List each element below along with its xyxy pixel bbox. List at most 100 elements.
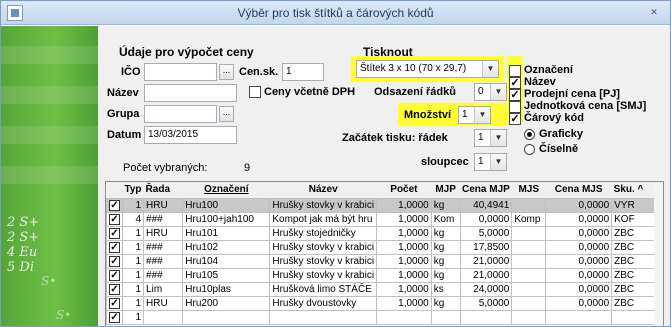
- col-cena-mjp[interactable]: Cena MJP: [460, 182, 512, 198]
- table-row[interactable]: ✓ 1 HRU Hru100 Hrušky stovky v krabici 1,0000…: [106, 197, 663, 213]
- cell-typ: 1: [121, 281, 145, 297]
- option-nazev-label: Název: [524, 76, 556, 88]
- dialog-window: Výběr pro tisk štítků a čárových kódů ✕ …: [0, 0, 671, 327]
- cell-pocet: 1,0000: [376, 253, 432, 269]
- table-row[interactable]: ✓ 1 HRU Hru200 Hrušky dvoustovky 1,0000 kg 5,00…: [106, 295, 663, 311]
- mnozstvi-label: Množství: [404, 109, 452, 121]
- pocet-value: 9: [244, 162, 251, 174]
- cell-typ: 1: [121, 239, 145, 255]
- cell-rada: ###: [143, 211, 184, 227]
- table-row[interactable]: ✓ 1: [106, 309, 663, 325]
- radio-graficky-label: Graficky: [539, 128, 584, 140]
- cell-oznaceni: Hru100: [182, 197, 271, 213]
- cell-nazev: Hrušky stovky v krabici: [269, 239, 378, 255]
- cell-rada: ###: [143, 239, 184, 255]
- zacatek-select[interactable]: 1 ▼: [474, 129, 507, 147]
- censk-input[interactable]: 1: [282, 63, 324, 81]
- close-icon[interactable]: ✕: [646, 5, 662, 19]
- ceny-dph-label: Ceny včetně DPH: [264, 86, 356, 98]
- option-oznaceni-checkbox[interactable]: [509, 65, 521, 77]
- chevron-down-icon: ▼: [490, 154, 506, 170]
- grupa-browse-button[interactable]: ...: [219, 106, 234, 122]
- col-cena-mjs[interactable]: Cena MJS: [545, 182, 612, 198]
- row-checkbox[interactable]: ✓: [106, 211, 123, 227]
- cell-oznaceni: Hru105: [182, 267, 271, 283]
- cell-nazev: Hrušková limo STÁČE: [269, 281, 378, 297]
- ico-browse-button[interactable]: ...: [219, 64, 234, 80]
- cell-pocet: 1,0000: [376, 267, 432, 283]
- option-prodejni-label: Prodejní cena [PJ]: [524, 88, 620, 100]
- cell-pocet: 1,0000: [376, 211, 432, 227]
- cell-oznaceni: Hru104: [182, 253, 271, 269]
- table-row[interactable]: ✓ 1 HRU Hru101 Hrušky stojedničky 1,0000 kg 5,0…: [106, 225, 663, 241]
- mnozstvi-select[interactable]: 1 ▼: [458, 106, 491, 124]
- label-type-select[interactable]: Štítek 3 x 10 (70 x 29,7) ▼: [356, 60, 499, 78]
- row-checkbox[interactable]: ✓: [106, 225, 123, 241]
- row-checkbox[interactable]: ✓: [106, 239, 123, 255]
- cell-nazev: Hrušky dvoustovky: [269, 295, 378, 311]
- col-rada[interactable]: Řada: [143, 182, 183, 198]
- col-nazev[interactable]: Název: [269, 182, 377, 198]
- zacatek-label: Začátek tisku: řádek: [342, 132, 448, 144]
- cell-mjp: [430, 309, 461, 325]
- row-checkbox[interactable]: ✓: [106, 309, 123, 325]
- radio-ciselne[interactable]: [524, 144, 535, 155]
- cell-pocet: 1,0000: [376, 197, 432, 213]
- cell-typ: 1: [121, 309, 145, 325]
- odsazeni-label: Odsazení řádků: [374, 86, 456, 98]
- option-nazev-checkbox[interactable]: ✓: [509, 77, 521, 89]
- cell-cena-mjs: 0,0000: [545, 295, 613, 311]
- cell-rada: ###: [143, 253, 184, 269]
- side-decoration: 2 S+ 2 S+ 4 Eu 5 Di S• S•: [1, 26, 98, 326]
- cell-nazev: Hrušky stovky v krabici: [269, 253, 378, 269]
- cell-mjs: [511, 281, 547, 297]
- cell-mjp: kg: [430, 253, 461, 269]
- cell-pocet: 1,0000: [376, 225, 432, 241]
- col-check[interactable]: [106, 182, 123, 198]
- table-row[interactable]: ✓ 1 ### Hru102 Hrušky stovky v krabici 1,0000…: [106, 239, 663, 255]
- vertical-scrollbar[interactable]: [654, 182, 663, 326]
- items-grid[interactable]: Typ Řada Označení Název Počet MJP Cena M…: [105, 181, 664, 326]
- datum-input[interactable]: 13/03/2015: [144, 126, 237, 144]
- col-mjs[interactable]: MJS: [511, 182, 546, 198]
- cell-nazev: Hrušky stovky v krabici: [269, 267, 378, 283]
- cell-mjs: [511, 267, 547, 283]
- col-oznaceni[interactable]: Označení: [182, 182, 270, 198]
- cell-mjs: Komp: [511, 211, 547, 227]
- chevron-down-icon: ▼: [490, 130, 506, 146]
- ceny-dph-checkbox[interactable]: [249, 86, 261, 98]
- row-checkbox[interactable]: ✓: [106, 267, 123, 283]
- censk-label: Cen.sk.: [239, 66, 279, 78]
- cell-typ: 1: [121, 267, 145, 283]
- col-pocet[interactable]: Počet: [376, 182, 432, 198]
- option-carovy-checkbox[interactable]: ✓: [509, 113, 521, 125]
- table-row[interactable]: ✓ 1 ### Hru104 Hrušky stovky v krabici 1,0000…: [106, 253, 663, 269]
- nazev-input[interactable]: [144, 84, 237, 102]
- price-section-heading: Údaje pro výpočet ceny: [119, 45, 254, 59]
- odsazeni-select[interactable]: 0 ▼: [474, 83, 507, 101]
- cell-cena-mjs: 0,0000: [545, 267, 613, 283]
- chevron-down-icon: ▼: [482, 61, 498, 77]
- col-typ[interactable]: Typ: [122, 182, 144, 198]
- table-row[interactable]: ✓ 1 ### Hru105 Hrušky stovky v krabici 1,0000…: [106, 267, 663, 283]
- table-row[interactable]: ✓ 1 Lim Hru10plas Hrušková limo STÁČE 1,0000 k…: [106, 281, 663, 297]
- ico-input[interactable]: [144, 63, 217, 81]
- radio-ciselne-label: Číselně: [539, 143, 579, 155]
- cell-cena-mjs: 0,0000: [545, 197, 613, 213]
- cell-typ: 1: [121, 295, 145, 311]
- cell-pocet: [376, 309, 432, 325]
- row-checkbox[interactable]: ✓: [106, 281, 123, 297]
- row-checkbox[interactable]: ✓: [106, 253, 123, 269]
- row-checkbox[interactable]: ✓: [106, 197, 123, 213]
- row-checkbox[interactable]: ✓: [106, 295, 123, 311]
- option-prodejni-checkbox[interactable]: ✓: [509, 89, 521, 101]
- option-jednotkova-checkbox[interactable]: [509, 101, 521, 113]
- table-row[interactable]: ✓ 4 ### Hru100+jah100 Kompot jak má být hru 1…: [106, 211, 663, 227]
- cell-cena-mjp: 21,0000: [459, 267, 513, 283]
- radio-graficky[interactable]: [524, 129, 535, 140]
- cell-oznaceni: [182, 309, 271, 325]
- sloupcec-select[interactable]: 1 ▼: [474, 153, 507, 171]
- cell-mjp: kg: [430, 267, 461, 283]
- grupa-input[interactable]: [144, 105, 217, 123]
- col-mjp[interactable]: MJP: [431, 182, 461, 198]
